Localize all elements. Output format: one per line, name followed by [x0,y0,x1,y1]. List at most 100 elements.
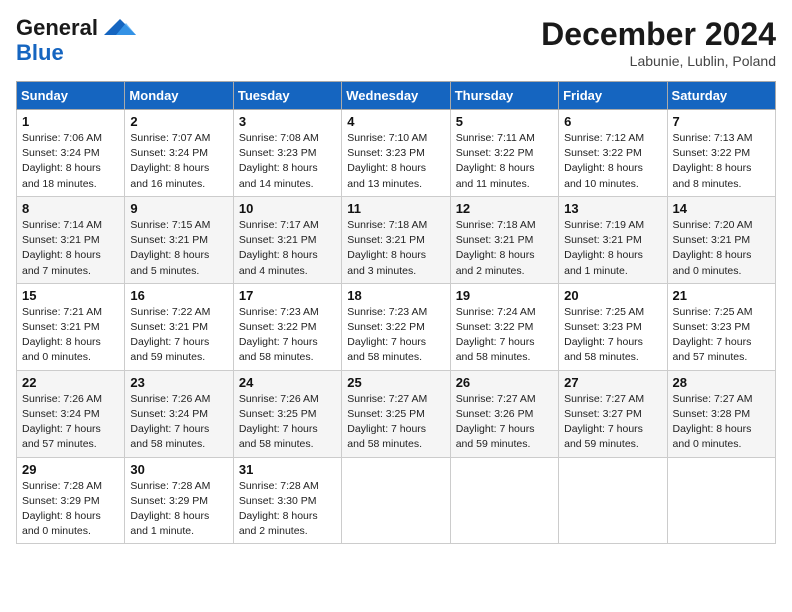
calendar-cell: 14 Sunrise: 7:20 AM Sunset: 3:21 PM Dayl… [667,196,775,283]
day-info: Sunrise: 7:14 AM Sunset: 3:21 PM Dayligh… [22,218,119,279]
day-number: 2 [130,114,227,129]
calendar-cell: 23 Sunrise: 7:26 AM Sunset: 3:24 PM Dayl… [125,370,233,457]
day-number: 5 [456,114,553,129]
calendar-cell: 31 Sunrise: 7:28 AM Sunset: 3:30 PM Dayl… [233,457,341,544]
calendar-cell: 16 Sunrise: 7:22 AM Sunset: 3:21 PM Dayl… [125,283,233,370]
day-number: 28 [673,375,770,390]
calendar-week-row: 15 Sunrise: 7:21 AM Sunset: 3:21 PM Dayl… [17,283,776,370]
day-number: 1 [22,114,119,129]
day-number: 15 [22,288,119,303]
day-number: 12 [456,201,553,216]
calendar-cell: 3 Sunrise: 7:08 AM Sunset: 3:23 PM Dayli… [233,110,341,197]
calendar-week-row: 22 Sunrise: 7:26 AM Sunset: 3:24 PM Dayl… [17,370,776,457]
day-info: Sunrise: 7:11 AM Sunset: 3:22 PM Dayligh… [456,131,553,192]
calendar-cell: 7 Sunrise: 7:13 AM Sunset: 3:22 PM Dayli… [667,110,775,197]
calendar-week-row: 29 Sunrise: 7:28 AM Sunset: 3:29 PM Dayl… [17,457,776,544]
day-number: 29 [22,462,119,477]
calendar-cell [559,457,667,544]
weekday-header: Wednesday [342,82,450,110]
day-info: Sunrise: 7:23 AM Sunset: 3:22 PM Dayligh… [239,305,336,366]
weekday-header: Friday [559,82,667,110]
day-number: 27 [564,375,661,390]
day-info: Sunrise: 7:06 AM Sunset: 3:24 PM Dayligh… [22,131,119,192]
day-info: Sunrise: 7:25 AM Sunset: 3:23 PM Dayligh… [673,305,770,366]
day-info: Sunrise: 7:24 AM Sunset: 3:22 PM Dayligh… [456,305,553,366]
calendar-cell: 28 Sunrise: 7:27 AM Sunset: 3:28 PM Dayl… [667,370,775,457]
day-number: 14 [673,201,770,216]
day-number: 8 [22,201,119,216]
day-info: Sunrise: 7:25 AM Sunset: 3:23 PM Dayligh… [564,305,661,366]
day-info: Sunrise: 7:27 AM Sunset: 3:25 PM Dayligh… [347,392,444,453]
day-number: 3 [239,114,336,129]
day-info: Sunrise: 7:27 AM Sunset: 3:27 PM Dayligh… [564,392,661,453]
calendar-cell: 10 Sunrise: 7:17 AM Sunset: 3:21 PM Dayl… [233,196,341,283]
day-number: 30 [130,462,227,477]
calendar-table: SundayMondayTuesdayWednesdayThursdayFrid… [16,81,776,544]
day-number: 4 [347,114,444,129]
day-info: Sunrise: 7:21 AM Sunset: 3:21 PM Dayligh… [22,305,119,366]
calendar-cell: 2 Sunrise: 7:07 AM Sunset: 3:24 PM Dayli… [125,110,233,197]
calendar-cell: 4 Sunrise: 7:10 AM Sunset: 3:23 PM Dayli… [342,110,450,197]
calendar-cell: 5 Sunrise: 7:11 AM Sunset: 3:22 PM Dayli… [450,110,558,197]
weekday-header: Thursday [450,82,558,110]
day-number: 6 [564,114,661,129]
calendar-cell: 27 Sunrise: 7:27 AM Sunset: 3:27 PM Dayl… [559,370,667,457]
calendar-cell: 6 Sunrise: 7:12 AM Sunset: 3:22 PM Dayli… [559,110,667,197]
day-number: 26 [456,375,553,390]
day-number: 16 [130,288,227,303]
day-info: Sunrise: 7:27 AM Sunset: 3:26 PM Dayligh… [456,392,553,453]
day-number: 31 [239,462,336,477]
calendar-week-row: 8 Sunrise: 7:14 AM Sunset: 3:21 PM Dayli… [17,196,776,283]
weekday-header: Saturday [667,82,775,110]
logo-text: General [16,16,98,40]
day-info: Sunrise: 7:19 AM Sunset: 3:21 PM Dayligh… [564,218,661,279]
calendar-cell: 21 Sunrise: 7:25 AM Sunset: 3:23 PM Dayl… [667,283,775,370]
month-title: December 2024 [541,16,776,53]
day-info: Sunrise: 7:26 AM Sunset: 3:24 PM Dayligh… [22,392,119,453]
day-number: 19 [456,288,553,303]
day-number: 10 [239,201,336,216]
day-info: Sunrise: 7:23 AM Sunset: 3:22 PM Dayligh… [347,305,444,366]
day-number: 7 [673,114,770,129]
weekday-header: Sunday [17,82,125,110]
logo-general: General [16,15,98,40]
day-info: Sunrise: 7:26 AM Sunset: 3:24 PM Dayligh… [130,392,227,453]
weekday-header: Tuesday [233,82,341,110]
day-number: 11 [347,201,444,216]
day-info: Sunrise: 7:27 AM Sunset: 3:28 PM Dayligh… [673,392,770,453]
calendar-cell: 29 Sunrise: 7:28 AM Sunset: 3:29 PM Dayl… [17,457,125,544]
calendar-cell [667,457,775,544]
day-info: Sunrise: 7:18 AM Sunset: 3:21 PM Dayligh… [347,218,444,279]
calendar-cell: 18 Sunrise: 7:23 AM Sunset: 3:22 PM Dayl… [342,283,450,370]
logo-icon [102,17,138,39]
calendar-cell: 24 Sunrise: 7:26 AM Sunset: 3:25 PM Dayl… [233,370,341,457]
calendar-cell: 8 Sunrise: 7:14 AM Sunset: 3:21 PM Dayli… [17,196,125,283]
calendar-week-row: 1 Sunrise: 7:06 AM Sunset: 3:24 PM Dayli… [17,110,776,197]
calendar-cell: 1 Sunrise: 7:06 AM Sunset: 3:24 PM Dayli… [17,110,125,197]
logo: General Blue [16,16,138,66]
weekday-header: Monday [125,82,233,110]
title-area: December 2024 Labunie, Lublin, Poland [541,16,776,69]
day-info: Sunrise: 7:22 AM Sunset: 3:21 PM Dayligh… [130,305,227,366]
day-number: 24 [239,375,336,390]
calendar-cell: 26 Sunrise: 7:27 AM Sunset: 3:26 PM Dayl… [450,370,558,457]
calendar-cell [450,457,558,544]
calendar-cell: 11 Sunrise: 7:18 AM Sunset: 3:21 PM Dayl… [342,196,450,283]
calendar-cell [342,457,450,544]
day-info: Sunrise: 7:07 AM Sunset: 3:24 PM Dayligh… [130,131,227,192]
page-header: General Blue December 2024 Labunie, Lubl… [16,16,776,69]
day-info: Sunrise: 7:28 AM Sunset: 3:29 PM Dayligh… [130,479,227,540]
day-number: 25 [347,375,444,390]
day-info: Sunrise: 7:28 AM Sunset: 3:29 PM Dayligh… [22,479,119,540]
day-info: Sunrise: 7:17 AM Sunset: 3:21 PM Dayligh… [239,218,336,279]
day-info: Sunrise: 7:15 AM Sunset: 3:21 PM Dayligh… [130,218,227,279]
day-number: 22 [22,375,119,390]
day-number: 21 [673,288,770,303]
location: Labunie, Lublin, Poland [541,53,776,69]
day-info: Sunrise: 7:28 AM Sunset: 3:30 PM Dayligh… [239,479,336,540]
day-number: 23 [130,375,227,390]
day-info: Sunrise: 7:12 AM Sunset: 3:22 PM Dayligh… [564,131,661,192]
day-info: Sunrise: 7:26 AM Sunset: 3:25 PM Dayligh… [239,392,336,453]
day-number: 17 [239,288,336,303]
day-info: Sunrise: 7:13 AM Sunset: 3:22 PM Dayligh… [673,131,770,192]
